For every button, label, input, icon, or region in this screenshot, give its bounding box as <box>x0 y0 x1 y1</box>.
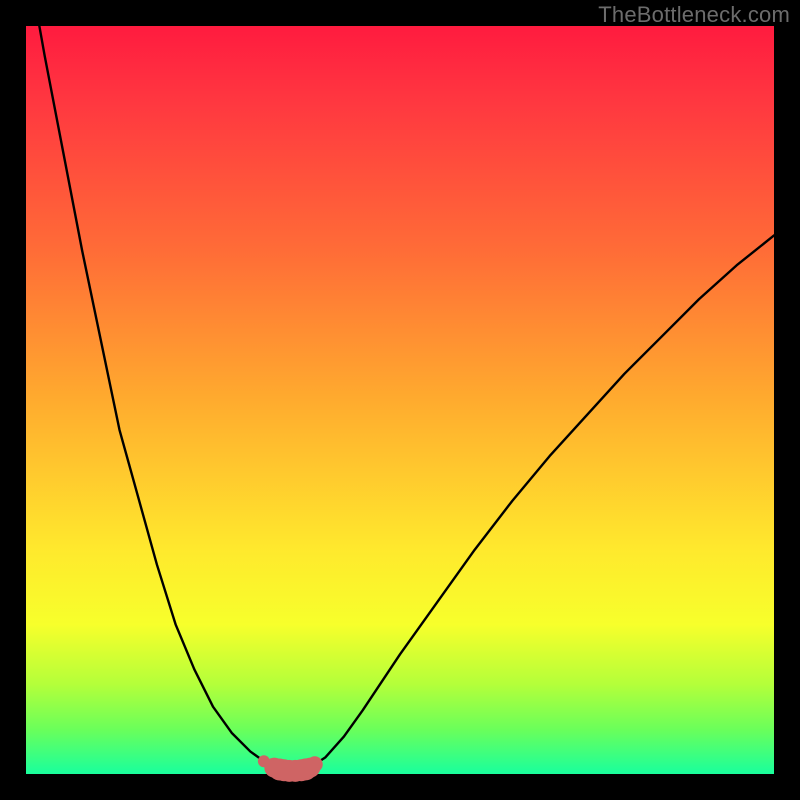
bottleneck-curve <box>26 0 774 771</box>
curve-marker-dot <box>307 756 323 772</box>
chart-svg <box>26 26 774 774</box>
chart-plot-area <box>26 26 774 774</box>
watermark-text: TheBottleneck.com <box>598 2 790 28</box>
chart-frame: TheBottleneck.com <box>0 0 800 800</box>
curve-markers <box>258 755 323 782</box>
